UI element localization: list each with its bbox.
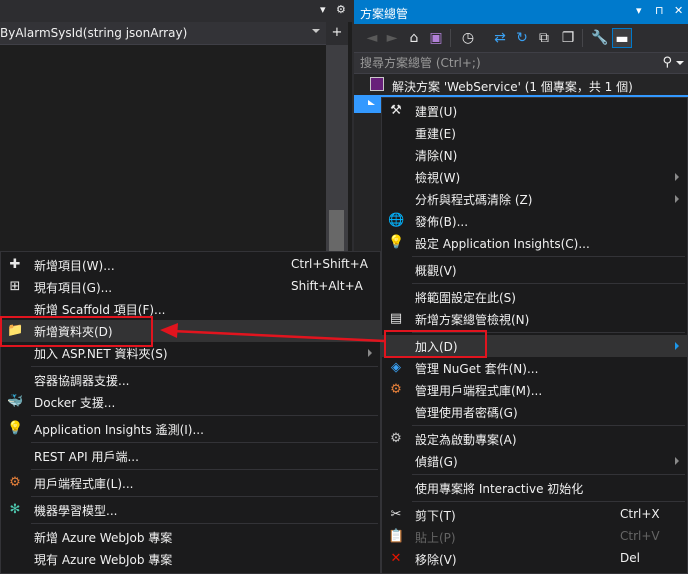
library-icon: ⚙: [390, 382, 402, 397]
existing-item-icon: ⊞: [9, 279, 21, 294]
menu-item-manage-user-secrets[interactable]: 管理使用者密碼(G): [382, 401, 687, 423]
insights-icon: 💡: [388, 235, 405, 250]
split-window-icon[interactable]: +: [326, 22, 348, 45]
menu-item-configure-app-insights[interactable]: 💡 設定 Application Insights(C)...: [382, 232, 687, 254]
insights-icon: 💡: [7, 421, 24, 436]
window-position-icon[interactable]: ▾: [636, 4, 642, 17]
build-icon: ⚒: [390, 103, 402, 118]
menu-item-container-orchestrator[interactable]: 容器協調器支援...: [1, 369, 380, 391]
menu-item-new-item[interactable]: ✚ 新增項目(W)... Ctrl+Shift+A: [1, 254, 380, 276]
menu-item-docker-support[interactable]: 🐳 Docker 支援...: [1, 391, 380, 413]
menu-separator: [31, 469, 378, 470]
solution-explorer-toolbar: ◄ ► ⌂ ▣ ◷ ⇄ ↻ ⧉ ❐ 🔧 ▬: [354, 24, 688, 52]
solution-label: 解決方案 'WebService' (1 個專案，共 1 個): [392, 80, 633, 94]
sync-icon[interactable]: ⇄: [490, 28, 510, 48]
home-icon[interactable]: ⌂: [404, 28, 424, 48]
expand-arrow-icon[interactable]: [368, 100, 375, 105]
chevron-down-icon[interactable]: [676, 61, 684, 65]
submenu-arrow-icon: [368, 349, 372, 357]
menu-item-clean[interactable]: 清除(N): [382, 144, 687, 166]
gear-icon: ⚙: [390, 431, 402, 446]
tab-dropdown-icon[interactable]: ▾: [320, 3, 326, 16]
menu-separator: [412, 283, 685, 284]
menu-separator: [31, 415, 378, 416]
refresh-icon[interactable]: ↻: [512, 28, 532, 48]
preview-icon[interactable]: ▬: [612, 28, 632, 48]
search-input[interactable]: [360, 55, 650, 71]
submenu-arrow-icon: [675, 173, 679, 181]
submenu-arrow-icon: [675, 195, 679, 203]
switch-views-icon[interactable]: ▣: [426, 28, 446, 48]
scissors-icon: ✂: [390, 507, 402, 522]
tab-settings-icon[interactable]: ⚙: [336, 3, 346, 16]
menu-separator: [31, 523, 378, 524]
pending-changes-icon[interactable]: ◷: [458, 28, 478, 48]
add-submenu: ✚ 新增項目(W)... Ctrl+Shift+A ⊞ 現有項目(G)... S…: [0, 251, 381, 574]
menu-item-cut[interactable]: ✂ 剪下(T) Ctrl+X: [382, 504, 687, 526]
member-navigation-text: ByAlarmSysId(string jsonArray): [0, 26, 188, 40]
nuget-icon: ◈: [391, 360, 401, 375]
menu-item-publish[interactable]: 🌐 發佈(B)...: [382, 210, 687, 232]
menu-separator: [412, 256, 685, 257]
globe-icon: 🌐: [388, 213, 405, 228]
tree-node-solution[interactable]: 解決方案 'WebService' (1 個專案，共 1 個): [354, 75, 688, 95]
back-icon[interactable]: ◄: [362, 28, 382, 48]
toolbar-separator: [582, 29, 583, 47]
menu-item-existing-azure-webjob[interactable]: 現有 Azure WebJob 專案: [1, 548, 380, 570]
docker-icon: 🐳: [7, 394, 24, 409]
menu-item-analyze-cleanup[interactable]: 分析與程式碼清除 (Z): [382, 188, 687, 210]
library-icon: ⚙: [9, 475, 21, 490]
menu-item-manage-nuget[interactable]: ◈ 管理 NuGet 套件(N)...: [382, 357, 687, 379]
menu-separator: [31, 496, 378, 497]
close-icon[interactable]: ✕: [674, 4, 683, 17]
new-item-icon: ✚: [9, 257, 21, 272]
menu-item-ml-model[interactable]: ✻ 機器學習模型...: [1, 499, 380, 521]
pin-icon[interactable]: ⊓: [655, 4, 664, 17]
solution-icon: [370, 77, 384, 91]
menu-item-overview[interactable]: 概觀(V): [382, 259, 687, 281]
menu-separator: [31, 442, 378, 443]
solution-explorer-search[interactable]: ⚲: [354, 52, 688, 74]
menu-item-new-azure-webjob[interactable]: 新增 Azure WebJob 專案: [1, 526, 380, 548]
paste-icon: 📋: [388, 529, 405, 544]
properties-wrench-icon[interactable]: 🔧: [590, 28, 610, 48]
submenu-arrow-icon: [675, 342, 679, 350]
menu-item-client-library[interactable]: ⚙ 用戶端程式庫(L)...: [1, 472, 380, 494]
collapse-all-icon[interactable]: ⧉: [534, 28, 554, 48]
show-all-files-icon[interactable]: ❐: [558, 28, 578, 48]
menu-item-set-startup-project[interactable]: ⚙ 設定為啟動專案(A): [382, 428, 687, 450]
chevron-down-icon: [312, 29, 320, 33]
submenu-arrow-icon: [675, 457, 679, 465]
menu-separator: [412, 501, 685, 502]
menu-separator: [412, 425, 685, 426]
forward-icon[interactable]: ►: [382, 28, 402, 48]
menu-item-existing-item[interactable]: ⊞ 現有項目(G)... Shift+Alt+A: [1, 276, 380, 298]
menu-item-remove[interactable]: ✕ 移除(V) Del: [382, 548, 687, 570]
search-icon[interactable]: ⚲: [662, 55, 672, 70]
menu-separator: [31, 366, 378, 367]
menu-item-scope-to-this[interactable]: 將範圍設定在此(S): [382, 286, 687, 308]
menu-item-init-interactive[interactable]: 使用專案將 Interactive 初始化: [382, 477, 687, 499]
ml-model-icon: ✻: [9, 502, 21, 517]
close-icon: ✕: [390, 551, 402, 566]
solution-explorer-titlebar: 方案總管 ▾ ⊓ ✕: [354, 0, 688, 24]
toolbar-separator: [450, 29, 451, 47]
menu-item-manage-client-libraries[interactable]: ⚙ 管理用戶端程式庫(M)...: [382, 379, 687, 401]
new-view-icon: ▤: [389, 311, 403, 326]
menu-item-rebuild[interactable]: 重建(E): [382, 122, 687, 144]
new-folder-highlight-box: [0, 316, 153, 347]
member-navigation-dropdown[interactable]: ByAlarmSysId(string jsonArray): [0, 22, 326, 45]
editor-tab-bar: ▾ ⚙: [0, 0, 352, 22]
menu-item-paste[interactable]: 📋 貼上(P) Ctrl+V: [382, 526, 687, 548]
menu-item-view[interactable]: 檢視(W): [382, 166, 687, 188]
menu-item-new-explorer-view[interactable]: ▤ 新增方案總管檢視(N): [382, 308, 687, 330]
menu-item-build[interactable]: ⚒ 建置(U): [382, 100, 687, 122]
menu-item-app-insights-telemetry[interactable]: 💡 Application Insights 遙測(I)...: [1, 418, 380, 440]
menu-item-debug[interactable]: 偵錯(G): [382, 450, 687, 472]
menu-item-rest-api-client[interactable]: REST API 用戶端...: [1, 445, 380, 467]
panel-title: 方案總管: [360, 7, 409, 21]
menu-separator: [412, 474, 685, 475]
add-menu-highlight-box: [384, 330, 487, 358]
